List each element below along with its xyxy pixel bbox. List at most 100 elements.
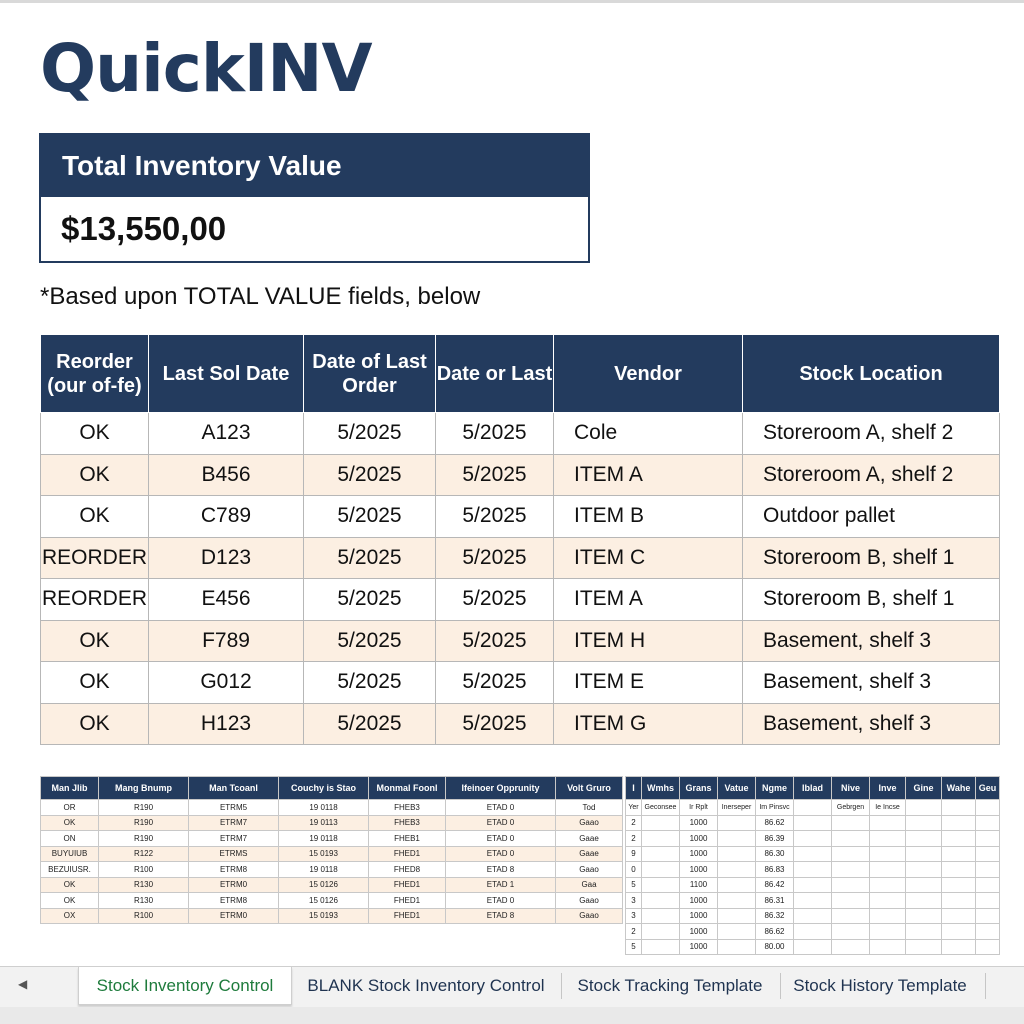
mini-cell[interactable]: ETAD 0 xyxy=(445,799,556,816)
tracking-col-header[interactable]: Ngme xyxy=(755,776,794,800)
tracking-cell[interactable] xyxy=(717,830,756,847)
mini-cell[interactable]: ETAD 0 xyxy=(445,814,556,831)
tracking-cell[interactable] xyxy=(905,938,942,955)
tracking-cell[interactable] xyxy=(641,938,680,955)
cell-reorder-status[interactable]: OK xyxy=(40,702,149,745)
tracking-cell[interactable] xyxy=(941,861,976,878)
col-header-date-or-last[interactable]: Date or Last xyxy=(435,334,554,413)
tracking-cell[interactable] xyxy=(975,814,1000,831)
cell-reorder-status[interactable]: OK xyxy=(40,661,149,704)
mini-cell[interactable]: FHEB3 xyxy=(368,814,446,831)
mini-cell[interactable]: OR xyxy=(40,799,99,816)
tracking-cell[interactable] xyxy=(905,861,942,878)
tracking-cell[interactable]: 1000 xyxy=(679,938,718,955)
tracking-cell[interactable] xyxy=(905,892,942,909)
tracking-cell[interactable] xyxy=(905,814,942,831)
tracking-cell[interactable] xyxy=(717,938,756,955)
cell-last-sol-date[interactable]: C789 xyxy=(148,495,304,538)
mini-cell[interactable]: 15 0193 xyxy=(278,845,369,862)
col-header-date-of-last-order[interactable]: Date of Last Order xyxy=(303,334,436,413)
tracking-cell[interactable] xyxy=(975,938,1000,955)
tracking-cell[interactable]: 80.00 xyxy=(755,938,794,955)
tracking-col-header[interactable]: Grans xyxy=(679,776,718,800)
mini-cell[interactable]: 15 0126 xyxy=(278,876,369,893)
tracking-cell[interactable] xyxy=(869,907,906,924)
mini-cell[interactable]: 19 0118 xyxy=(278,830,369,847)
tracking-cell[interactable]: 1000 xyxy=(679,814,718,831)
tracking-cell[interactable] xyxy=(831,845,870,862)
tracking-cell[interactable]: 86.30 xyxy=(755,845,794,862)
mini-cell[interactable]: R122 xyxy=(98,845,189,862)
cell-date-or-last[interactable]: 5/2025 xyxy=(435,495,554,538)
tracking-cell[interactable] xyxy=(941,876,976,893)
cell-last-sol-date[interactable]: G012 xyxy=(148,661,304,704)
tracking-cell[interactable]: 86.31 xyxy=(755,892,794,909)
cell-date-of-last-order[interactable]: 5/2025 xyxy=(303,661,436,704)
tracking-cell[interactable]: 86.62 xyxy=(755,814,794,831)
tracking-col-header[interactable]: Wmhs xyxy=(641,776,680,800)
tracking-cell[interactable] xyxy=(975,907,1000,924)
cell-date-or-last[interactable]: 5/2025 xyxy=(435,412,554,455)
tracking-cell[interactable] xyxy=(641,814,680,831)
tracking-cell[interactable]: 86.42 xyxy=(755,876,794,893)
cell-date-or-last[interactable]: 5/2025 xyxy=(435,536,554,579)
tracking-cell[interactable] xyxy=(975,876,1000,893)
tracking-cell[interactable] xyxy=(831,814,870,831)
tracking-col-header[interactable]: Wahe xyxy=(941,776,976,800)
mini-col-header[interactable]: Mang Bnump xyxy=(98,776,189,800)
col-header-last-sol-date[interactable]: Last Sol Date xyxy=(148,334,304,413)
tracking-cell[interactable] xyxy=(869,814,906,831)
mini-cell[interactable]: Gaao xyxy=(555,861,623,878)
cell-last-sol-date[interactable]: A123 xyxy=(148,412,304,455)
col-header-stock-location[interactable]: Stock Location xyxy=(742,334,1000,413)
mini-cell[interactable]: FHED1 xyxy=(368,876,446,893)
mini-cell[interactable]: 19 0118 xyxy=(278,799,369,816)
mini-cell[interactable]: 19 0118 xyxy=(278,861,369,878)
sheet-tab-stock-tracking-template[interactable]: Stock Tracking Template xyxy=(568,967,772,1004)
tracking-cell[interactable] xyxy=(831,892,870,909)
tracking-cell[interactable] xyxy=(793,923,832,940)
cell-date-of-last-order[interactable]: 5/2025 xyxy=(303,536,436,579)
cell-stock-location[interactable]: Outdoor pallet xyxy=(742,495,1000,538)
tracking-cell[interactable] xyxy=(831,861,870,878)
mini-cell[interactable]: OK xyxy=(40,814,99,831)
mini-cell[interactable]: Tod xyxy=(555,799,623,816)
cell-stock-location[interactable]: Storeroom A, shelf 2 xyxy=(742,453,1000,496)
tracking-cell[interactable] xyxy=(975,923,1000,940)
tracking-cell[interactable] xyxy=(869,923,906,940)
tracking-cell[interactable] xyxy=(975,892,1000,909)
tracking-cell[interactable] xyxy=(831,830,870,847)
tracking-cell[interactable]: 2 xyxy=(625,814,642,831)
tracking-cell[interactable] xyxy=(941,907,976,924)
tracking-cell[interactable] xyxy=(793,845,832,862)
tracking-cell[interactable] xyxy=(975,861,1000,878)
tracking-col-header[interactable]: Vatue xyxy=(717,776,756,800)
tracking-cell[interactable] xyxy=(793,814,832,831)
tracking-cell[interactable]: 1000 xyxy=(679,861,718,878)
tracking-cell[interactable] xyxy=(641,892,680,909)
tracking-cell[interactable]: 9 xyxy=(625,845,642,862)
tracking-cell[interactable] xyxy=(717,861,756,878)
cell-date-or-last[interactable]: 5/2025 xyxy=(435,661,554,704)
sheet-tab-stock-history-template[interactable]: Stock History Template xyxy=(787,967,973,1004)
cell-date-or-last[interactable]: 5/2025 xyxy=(435,578,554,621)
tracking-cell[interactable] xyxy=(905,845,942,862)
cell-vendor[interactable]: ITEM G xyxy=(553,702,743,745)
mini-cell[interactable]: ETRM7 xyxy=(188,830,279,847)
tracking-cell[interactable] xyxy=(831,876,870,893)
mini-cell[interactable]: ETAD 8 xyxy=(445,907,556,924)
col-header-reorder[interactable]: Reorder (our of-fe) xyxy=(40,334,149,413)
tracking-cell[interactable] xyxy=(641,923,680,940)
mini-cell[interactable]: ETRM8 xyxy=(188,892,279,909)
mini-cell[interactable]: FHED1 xyxy=(368,892,446,909)
tracking-cell[interactable] xyxy=(831,907,870,924)
tracking-cell[interactable] xyxy=(831,923,870,940)
tracking-cell[interactable]: 1000 xyxy=(679,907,718,924)
tracking-cell[interactable]: 2 xyxy=(625,830,642,847)
mini-cell[interactable]: ETRM8 xyxy=(188,861,279,878)
cell-reorder-status[interactable]: OK xyxy=(40,453,149,496)
cell-date-of-last-order[interactable]: 5/2025 xyxy=(303,495,436,538)
mini-cell[interactable]: ETRM7 xyxy=(188,814,279,831)
cell-vendor[interactable]: ITEM A xyxy=(553,453,743,496)
tracking-col-header[interactable]: Gine xyxy=(905,776,942,800)
